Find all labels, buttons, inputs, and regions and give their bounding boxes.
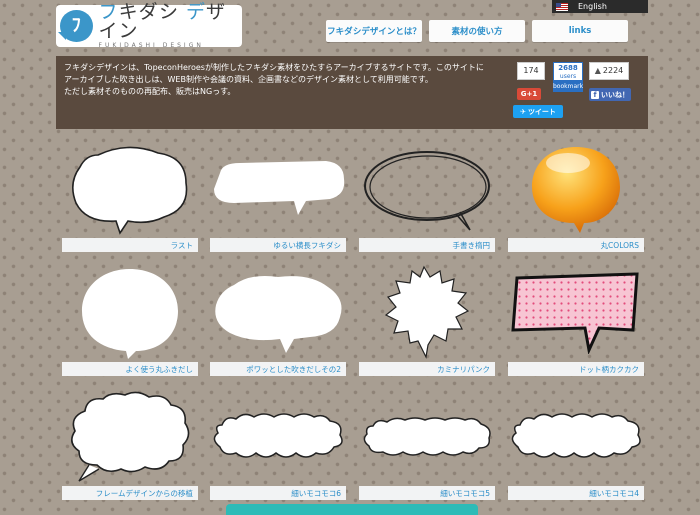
bubble-thumbnail xyxy=(508,140,644,238)
dotted-angular-bubble-icon xyxy=(511,272,639,354)
logo-subtitle: FUKIDASHI DESIGN xyxy=(98,42,204,49)
language-label: English xyxy=(578,2,607,11)
bubble-label: 手書き楕円 xyxy=(359,238,495,252)
hatena-label: bookmark xyxy=(553,81,584,92)
main-nav: フキダシデザインとは？ 素材の使い方 links xyxy=(326,20,628,42)
cloud-bubble-icon xyxy=(72,146,188,235)
bubble-card[interactable]: フレームデザインからの移植 xyxy=(62,388,198,500)
site-logo[interactable]: ﾌ フキダシ デザイン FUKIDASHI DESIGN xyxy=(56,3,242,49)
bubble-card[interactable]: ラスト xyxy=(62,140,198,252)
facebook-label: いいね！ xyxy=(601,90,629,99)
bubble-label: 丸COLORS xyxy=(508,238,644,252)
hand-drawn-oval-icon xyxy=(364,151,490,231)
bubble-card[interactable]: 細いモコモコ6 xyxy=(210,388,346,500)
bubble-label: カミナリパンク xyxy=(359,362,495,376)
load-more-button[interactable] xyxy=(226,504,478,515)
wide-bubble-icon xyxy=(214,161,345,215)
bubble-card[interactable]: 手書き楕円 xyxy=(359,140,495,252)
facebook-like-button[interactable]: f いいね！ xyxy=(589,88,631,101)
thin-fluffy-bubble-icon xyxy=(363,417,491,456)
bubble-label: 細いモコモコ5 xyxy=(359,486,495,500)
bubble-thumbnail xyxy=(508,264,644,362)
logo-title: フキダシ デザイン xyxy=(99,3,242,41)
thumbs-up-icon: ▲ xyxy=(594,66,601,75)
hatena-count-box: 2688 users xyxy=(553,62,583,81)
bubble-label: ラスト xyxy=(62,238,198,252)
bubble-thumbnail xyxy=(359,388,495,486)
bubble-thumbnail xyxy=(62,388,198,486)
lightning-burst-icon xyxy=(384,265,470,359)
logo-bubble-icon: ﾌ xyxy=(58,10,93,42)
bubble-thumbnail xyxy=(359,140,495,238)
nav-howto[interactable]: 素材の使い方 xyxy=(429,20,525,42)
bubble-card[interactable]: ドット柄カクカク xyxy=(508,264,644,376)
about-text-2: アーカイブした吹き出しは、WEB制作や会議の資料、企画書などのデザイン素材として… xyxy=(64,75,433,84)
us-flag-icon xyxy=(556,2,568,11)
tweet-label: ツイート xyxy=(527,107,556,116)
bubble-thumbnail xyxy=(62,140,198,238)
logo-title-part-c: デ xyxy=(186,1,207,23)
hatena-count: 2688 xyxy=(558,64,578,72)
bubble-thumbnail xyxy=(359,264,495,362)
bubble-card[interactable]: ゆるい横長フキダシ xyxy=(210,140,346,252)
social-buttons: 174 2688 users bookmark ▲ 2224 G+1 f いいね… xyxy=(513,62,632,122)
bubble-card[interactable]: 細いモコモコ5 xyxy=(359,388,495,500)
bubble-thumbnail xyxy=(62,264,198,362)
facebook-icon: f xyxy=(591,90,599,99)
logo-text: フキダシ デザイン FUKIDASHI DESIGN xyxy=(99,3,242,49)
bubble-label: ドット柄カクカク xyxy=(508,362,644,376)
about-box: フキダシデザインは、TopeconHeroesが制作したフキダシ素材をひたすらア… xyxy=(56,56,648,129)
thin-fluffy-bubble-icon xyxy=(213,413,343,458)
puffy-bubble-icon xyxy=(215,276,342,353)
hatena-users: users xyxy=(559,73,577,80)
bubble-label: 細いモコモコ4 xyxy=(508,486,644,500)
bubble-card[interactable]: カミナリパンク xyxy=(359,264,495,376)
hatena-bookmark-button[interactable]: 2688 users bookmark xyxy=(553,62,583,92)
bubble-thumbnail xyxy=(210,388,346,486)
about-text-3: ただし素材そのものの再配布、販売はNGっす。 xyxy=(64,87,236,96)
bubble-thumbnail xyxy=(210,264,346,362)
bubble-label: フレームデザインからの移植 xyxy=(62,486,198,500)
bubble-label: ゆるい横長フキダシ xyxy=(210,238,346,252)
bubble-card[interactable]: 細いモコモコ4 xyxy=(508,388,644,500)
about-text-1: フキダシデザインは、TopeconHeroesが制作したフキダシ素材をひたすらア… xyxy=(64,63,484,72)
bubble-label: よく使う丸ふきだし xyxy=(62,362,198,376)
orange-round-bubble-icon xyxy=(532,147,620,233)
like-count-button[interactable]: ▲ 2224 xyxy=(589,62,629,80)
thin-fluffy-bubble-icon xyxy=(511,413,641,458)
bubble-card[interactable]: よく使う丸ふきだし xyxy=(62,264,198,376)
language-switch[interactable]: English xyxy=(552,0,648,13)
nav-links[interactable]: links xyxy=(532,20,628,42)
bubble-card[interactable]: ポワッとした吹きだしその2 xyxy=(210,264,346,376)
nav-about[interactable]: フキダシデザインとは？ xyxy=(326,20,422,42)
bubble-label: ポワッとした吹きだしその2 xyxy=(210,362,346,376)
twitter-bird-icon: ✈ xyxy=(520,107,526,116)
round-bubble-icon xyxy=(82,269,178,359)
tweet-button[interactable]: ✈ ツイート xyxy=(513,105,563,118)
share-count[interactable]: 174 xyxy=(517,62,545,80)
like-count: 2224 xyxy=(602,66,624,75)
google-plus-button[interactable]: G+1 xyxy=(517,88,541,100)
bubble-thumbnail xyxy=(210,140,346,238)
frame-cloud-bubble-icon xyxy=(71,391,190,482)
bubble-label: 細いモコモコ6 xyxy=(210,486,346,500)
bubble-card[interactable]: 丸COLORS xyxy=(508,140,644,252)
bubble-thumbnail xyxy=(508,388,644,486)
